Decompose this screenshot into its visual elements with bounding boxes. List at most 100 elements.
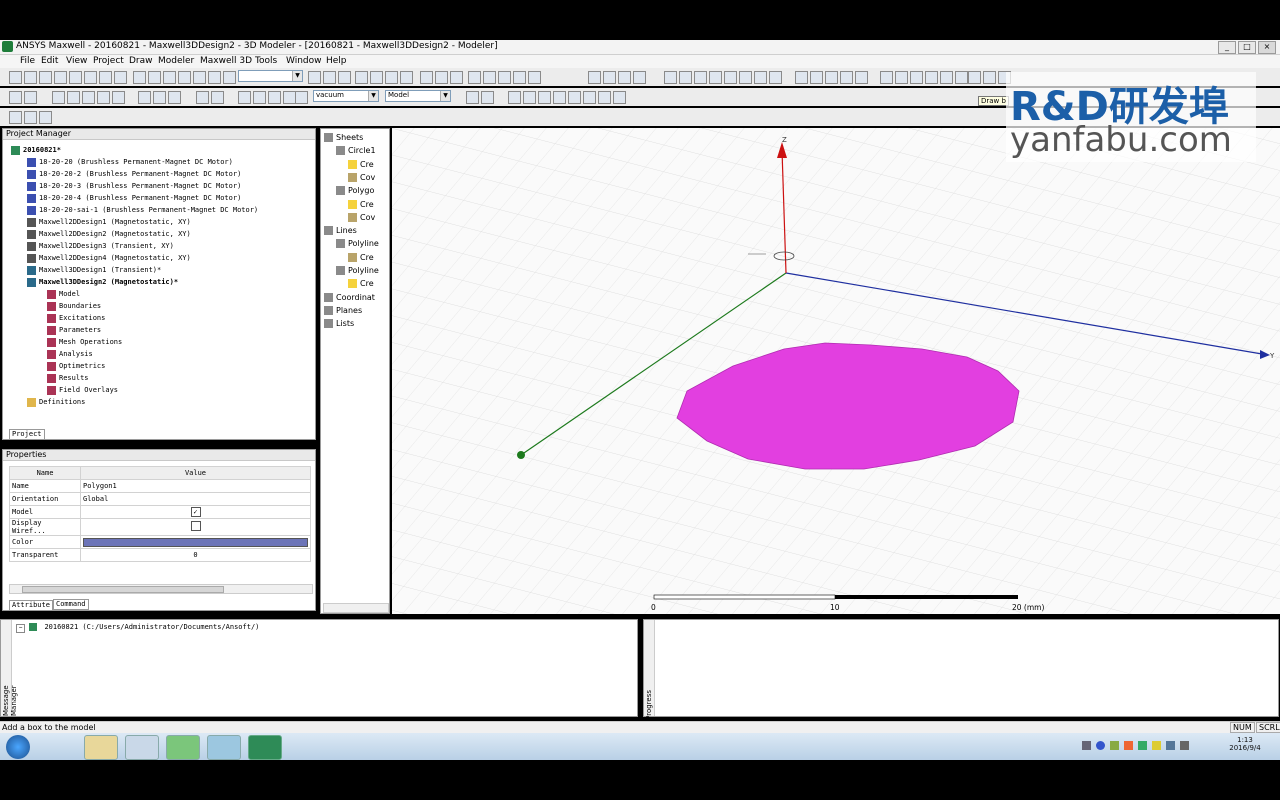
model-tree-item[interactable]: Cre xyxy=(348,159,374,171)
tree-definitions[interactable]: Definitions xyxy=(27,396,85,408)
toolbar-icon[interactable] xyxy=(588,71,601,84)
toolbar-icon[interactable] xyxy=(9,111,22,124)
model-tree-item[interactable]: Lines xyxy=(324,225,357,237)
toolbar-icon[interactable] xyxy=(466,91,479,104)
toolbar-icon[interactable] xyxy=(925,71,938,84)
tree-design-item[interactable]: 18-20-20 (Brushless Permanent-Magnet DC … xyxy=(27,156,233,168)
toolbar-icon[interactable] xyxy=(355,71,368,84)
tree-design-child[interactable]: Optimetrics xyxy=(47,360,105,372)
tab-project[interactable]: Project xyxy=(9,429,45,440)
toolbar-icon[interactable] xyxy=(508,91,521,104)
model-tree-item[interactable]: Lists xyxy=(324,318,354,330)
toolbar-icon[interactable] xyxy=(370,71,383,84)
clock[interactable]: 1:13 2016/9/4 xyxy=(1228,736,1262,752)
calculator-taskbar-icon[interactable] xyxy=(125,735,159,760)
toolbar-icon[interactable] xyxy=(82,91,95,104)
toolbar-icon[interactable] xyxy=(940,71,953,84)
toolbar-icon[interactable] xyxy=(895,71,908,84)
toolbar-icon[interactable] xyxy=(24,71,37,84)
project-root[interactable]: 20160821* xyxy=(11,144,61,156)
toolbar-icon[interactable] xyxy=(435,71,448,84)
tree-design-child[interactable]: Excitations xyxy=(47,312,105,324)
start-button[interactable] xyxy=(6,735,30,759)
system-tray[interactable] xyxy=(1082,741,1212,751)
model-tree-item[interactable]: Cre xyxy=(348,252,374,264)
toolbar-icon[interactable] xyxy=(223,71,236,84)
toolbar-icon[interactable] xyxy=(523,91,536,104)
toolbar-icon[interactable] xyxy=(168,91,181,104)
minimize-button[interactable]: _ xyxy=(1218,41,1236,54)
property-row[interactable]: Color xyxy=(9,535,311,549)
tree-design-item[interactable]: Maxwell2DDesign2 (Magnetostatic, XY) xyxy=(27,228,191,240)
toolbar-icon[interactable] xyxy=(598,91,611,104)
tree-design-child[interactable]: Analysis xyxy=(47,348,93,360)
toolbar-icon[interactable] xyxy=(54,71,67,84)
toolbar-icon[interactable] xyxy=(97,91,110,104)
checkbox[interactable]: ✓ xyxy=(190,507,201,517)
tree-design-child[interactable]: Results xyxy=(47,372,89,384)
toolbar-icon[interactable] xyxy=(112,91,125,104)
toolbar-icon[interactable] xyxy=(163,71,176,84)
toolbar-icon[interactable] xyxy=(450,71,463,84)
property-value[interactable]: Global xyxy=(80,492,311,506)
toolbar-icon[interactable] xyxy=(39,111,52,124)
tree-design-item[interactable]: 18-20-20-4 (Brushless Permanent-Magnet D… xyxy=(27,192,241,204)
toolbar-icon[interactable] xyxy=(253,91,266,104)
property-row[interactable]: Orientation Global xyxy=(9,492,311,506)
checkbox[interactable] xyxy=(190,521,201,531)
toolbar-icon[interactable] xyxy=(754,71,767,84)
property-value[interactable]: Polygon1 xyxy=(80,479,311,493)
toolbar-icon[interactable] xyxy=(9,91,22,104)
tab-command[interactable]: Command xyxy=(53,599,89,610)
toolbar-icon[interactable] xyxy=(52,91,65,104)
property-row[interactable]: Display Wiref... xyxy=(9,518,311,536)
toolbar-icon[interactable] xyxy=(810,71,823,84)
toolbar-icon[interactable] xyxy=(24,111,37,124)
toolbar-icon[interactable] xyxy=(795,71,808,84)
app-taskbar-icon[interactable] xyxy=(207,735,241,760)
toolbar-icon[interactable] xyxy=(618,71,631,84)
toolbar-icon[interactable] xyxy=(178,71,191,84)
model-tree-item[interactable]: Cre xyxy=(348,199,374,211)
menu-tools[interactable]: Tools xyxy=(255,56,277,66)
toolbar-icon[interactable] xyxy=(709,71,722,84)
toolbar-icon[interactable] xyxy=(724,71,737,84)
mode-select[interactable]: Model ▼ xyxy=(385,90,451,102)
toolbar-icon[interactable] xyxy=(208,71,221,84)
model-tree-item[interactable]: Circle1 xyxy=(336,145,376,157)
property-row[interactable]: Name Polygon1 xyxy=(9,479,311,493)
model-tree-item[interactable]: Cov xyxy=(348,212,375,224)
toolbar-icon[interactable] xyxy=(568,91,581,104)
toolbar-icon[interactable] xyxy=(238,91,251,104)
property-value[interactable]: ✓ xyxy=(80,505,311,519)
horizontal-scrollbar[interactable] xyxy=(9,584,313,594)
explorer-taskbar-icon[interactable] xyxy=(84,735,118,760)
toolbar-icon[interactable] xyxy=(513,71,526,84)
model-tree-item[interactable]: Polyline xyxy=(336,265,379,277)
menu-help[interactable]: Help xyxy=(326,56,347,66)
toolbar-icon[interactable] xyxy=(268,91,281,104)
toolbar-icon[interactable] xyxy=(983,71,996,84)
property-value[interactable]: 0 xyxy=(80,548,311,562)
property-row[interactable]: Transparent 0 xyxy=(9,548,311,562)
toolbar-icon[interactable] xyxy=(153,91,166,104)
toolbar-icon[interactable] xyxy=(498,71,511,84)
toolbar-icon[interactable] xyxy=(855,71,868,84)
maxwell-taskbar-icon[interactable] xyxy=(248,735,282,760)
menu-edit[interactable]: Edit xyxy=(41,56,58,66)
menu-project[interactable]: Project xyxy=(93,56,124,66)
toolbar-icon[interactable] xyxy=(955,71,968,84)
toolbar-icon[interactable] xyxy=(880,71,893,84)
tree-design-child[interactable]: Boundaries xyxy=(47,300,101,312)
toolbar-icon[interactable] xyxy=(553,91,566,104)
maximize-button[interactable]: □ xyxy=(1238,41,1256,54)
toolbar-icon[interactable] xyxy=(840,71,853,84)
toolbar-icon[interactable] xyxy=(481,91,494,104)
toolbar-icon[interactable] xyxy=(468,71,481,84)
toolbar-icon[interactable] xyxy=(385,71,398,84)
toolbar-icon[interactable] xyxy=(99,71,112,84)
property-row[interactable]: Model ✓ xyxy=(9,505,311,519)
toolbar-icon[interactable] xyxy=(148,71,161,84)
toolbar-icon[interactable] xyxy=(694,71,707,84)
toolbar-icon[interactable] xyxy=(211,91,224,104)
